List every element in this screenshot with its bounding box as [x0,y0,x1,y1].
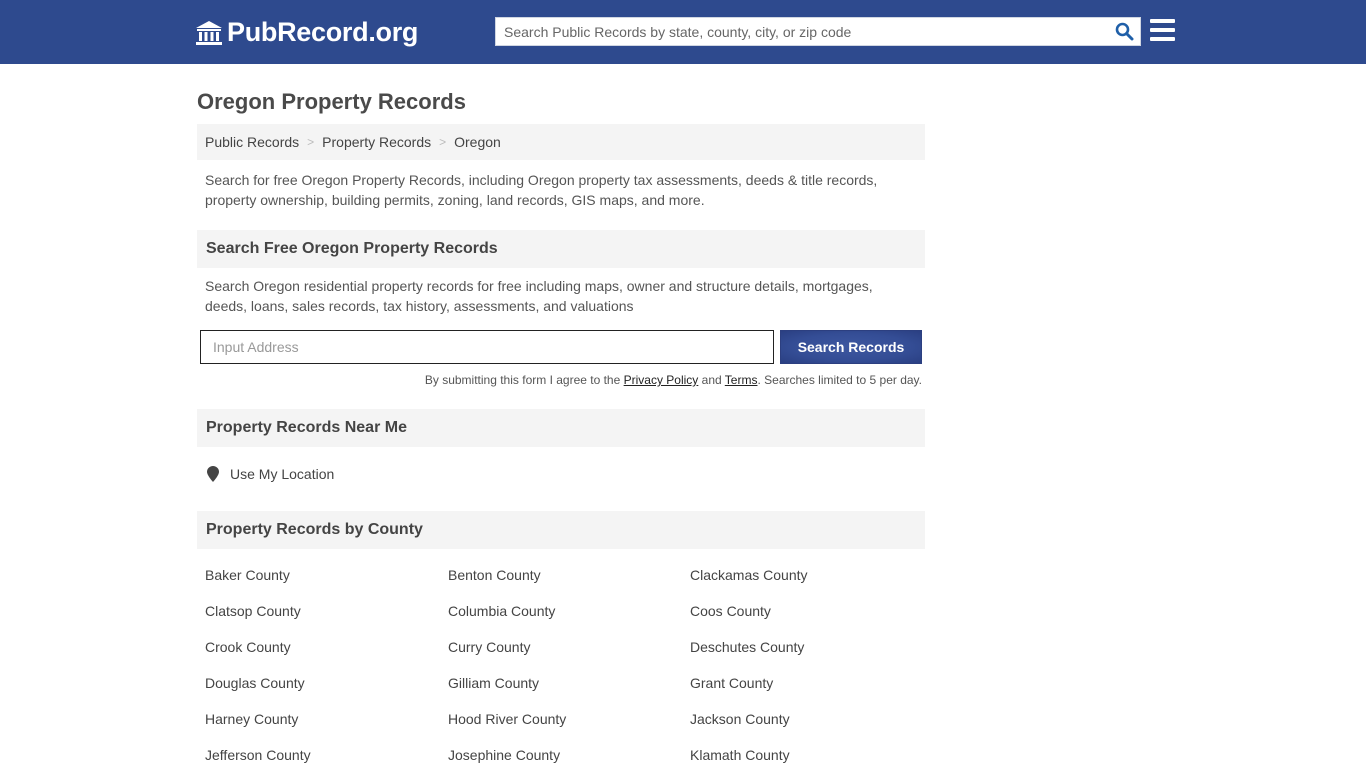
hamburger-icon-bar [1150,19,1175,23]
search-section-heading: Search Free Oregon Property Records [197,230,925,268]
address-search-form: Search Records [197,330,925,364]
site-logo[interactable]: PubRecord.org [195,17,418,48]
intro-text: Search for free Oregon Property Records,… [205,172,878,208]
county-link[interactable]: Jackson County [690,701,933,737]
use-my-location-link[interactable]: Use My Location [230,466,334,482]
county-list: Baker County Benton County Clackamas Cou… [197,549,925,773]
county-link[interactable]: Baker County [205,557,448,593]
magnifier-icon [1115,22,1133,41]
top-search-button[interactable] [1108,18,1140,45]
form-disclaimer: By submitting this form I agree to the P… [197,364,925,409]
county-link[interactable]: Benton County [448,557,690,593]
county-link[interactable]: Grant County [690,665,933,701]
breadcrumb: Public Records > Property Records > Oreg… [197,124,925,160]
main-content: Oregon Property Records Public Records >… [197,64,925,773]
county-link[interactable]: Douglas County [205,665,448,701]
top-search-input[interactable] [496,18,1108,45]
privacy-policy-link[interactable]: Privacy Policy [624,373,699,387]
county-link[interactable]: Curry County [448,629,690,665]
breadcrumb-separator: > [307,135,315,149]
search-section-description: Search Oregon residential property recor… [205,278,873,314]
county-link[interactable]: Coos County [690,593,933,629]
disclaimer-suffix: . Searches limited to 5 per day. [757,373,922,387]
disclaimer-and: and [698,373,725,387]
top-search-bar [495,17,1141,46]
county-link[interactable]: Gilliam County [448,665,690,701]
county-link[interactable]: Columbia County [448,593,690,629]
county-link[interactable]: Clatsop County [205,593,448,629]
county-link[interactable]: Clackamas County [690,557,933,593]
county-link[interactable]: Hood River County [448,701,690,737]
county-link[interactable]: Crook County [205,629,448,665]
near-me-heading: Property Records Near Me [197,409,925,447]
breadcrumb-separator: > [439,135,447,149]
breadcrumb-public-records[interactable]: Public Records [205,134,299,150]
map-pin-icon [207,466,219,482]
search-records-button[interactable]: Search Records [780,330,922,364]
hamburger-menu-button[interactable] [1150,19,1175,41]
logo-text: PubRecord.org [227,17,419,47]
county-link[interactable]: Harney County [205,701,448,737]
breadcrumb-property-records[interactable]: Property Records [322,134,431,150]
page-title: Oregon Property Records [197,89,466,114]
courthouse-icon [196,20,222,45]
address-input[interactable] [200,330,774,364]
county-link[interactable]: Deschutes County [690,629,933,665]
disclaimer-prefix: By submitting this form I agree to the [424,373,624,387]
terms-link[interactable]: Terms [725,373,758,387]
by-county-heading: Property Records by County [197,511,925,549]
hamburger-icon-bar [1150,28,1175,32]
hamburger-icon-bar [1150,37,1175,41]
top-navbar: PubRecord.org [0,0,1366,64]
breadcrumb-oregon[interactable]: Oregon [454,134,501,150]
use-my-location-row[interactable]: Use My Location [197,447,925,501]
